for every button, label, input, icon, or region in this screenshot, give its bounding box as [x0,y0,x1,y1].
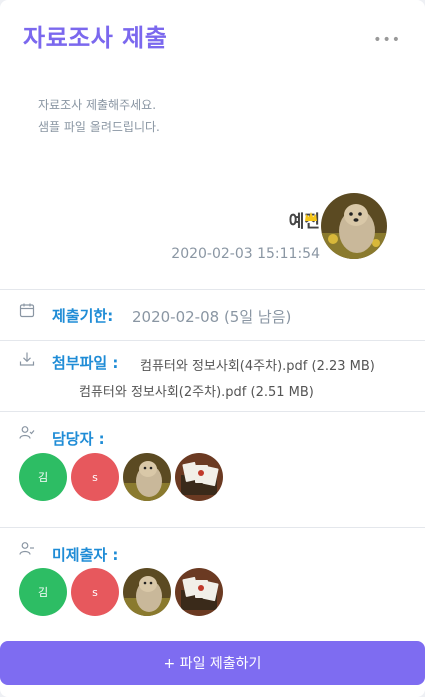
description-line: 자료조사 제출해주세요. [38,98,157,112]
divider [0,289,425,290]
avatar-initial: s [92,585,98,599]
calendar-icon [19,303,35,318]
page-title: 자료조사 제출 [23,24,168,52]
description-line: 샘플 파일 올려드립니다. [38,120,160,134]
task-description: 자료조사 제출해주세요. 샘플 파일 올려드립니다. [38,94,160,138]
attachment-file-link[interactable]: 컴퓨터와 정보사회(2주차).pdf (2.51 MB) [79,381,314,400]
cards-photo [175,568,223,616]
cards-photo [175,453,223,501]
non-submitter-avatar[interactable] [123,568,171,616]
author-avatar[interactable] [321,193,387,259]
post-timestamp: 2020-02-03 15:11:54 [171,246,320,262]
attachments-label: 첨부파일 : [52,354,119,372]
managers-label: 담당자 : [52,430,105,448]
download-icon [19,352,35,366]
task-card: 자료조사 제출 ••• 자료조사 제출해주세요. 샘플 파일 올려드립니다. 예… [0,0,425,697]
dog-photo [123,568,171,616]
divider [0,527,425,528]
crown-icon [305,212,317,221]
attachment-file-link[interactable]: 컴퓨터와 정보사회(4주차).pdf (2.23 MB) [140,355,375,374]
more-options-icon[interactable]: ••• [373,32,401,48]
deadline-label: 제출기한: [52,307,114,325]
avatar-initial: s [92,470,98,484]
manager-avatar[interactable] [175,453,223,501]
avatar-initial: 김 [37,586,49,599]
avatar-initial: 김 [37,471,49,484]
divider [0,411,425,412]
header: 자료조사 제출 ••• [23,20,405,56]
submit-file-button[interactable]: + 파일 제출하기 [0,641,425,685]
non-submitters-label: 미제출자 : [52,546,119,564]
dog-photo [321,193,387,259]
manager-avatar[interactable] [123,453,171,501]
non-submitter-avatar[interactable]: 김 [19,568,67,616]
non-submitter-avatar[interactable] [175,568,223,616]
user-check-icon [19,426,35,439]
user-minus-icon [19,542,34,555]
non-submitter-avatar[interactable]: s [71,568,119,616]
manager-avatar[interactable]: s [71,453,119,501]
manager-avatar[interactable]: 김 [19,453,67,501]
dog-photo [123,453,171,501]
divider [0,340,425,341]
deadline-value: 2020-02-08 (5일 남음) [132,308,292,326]
